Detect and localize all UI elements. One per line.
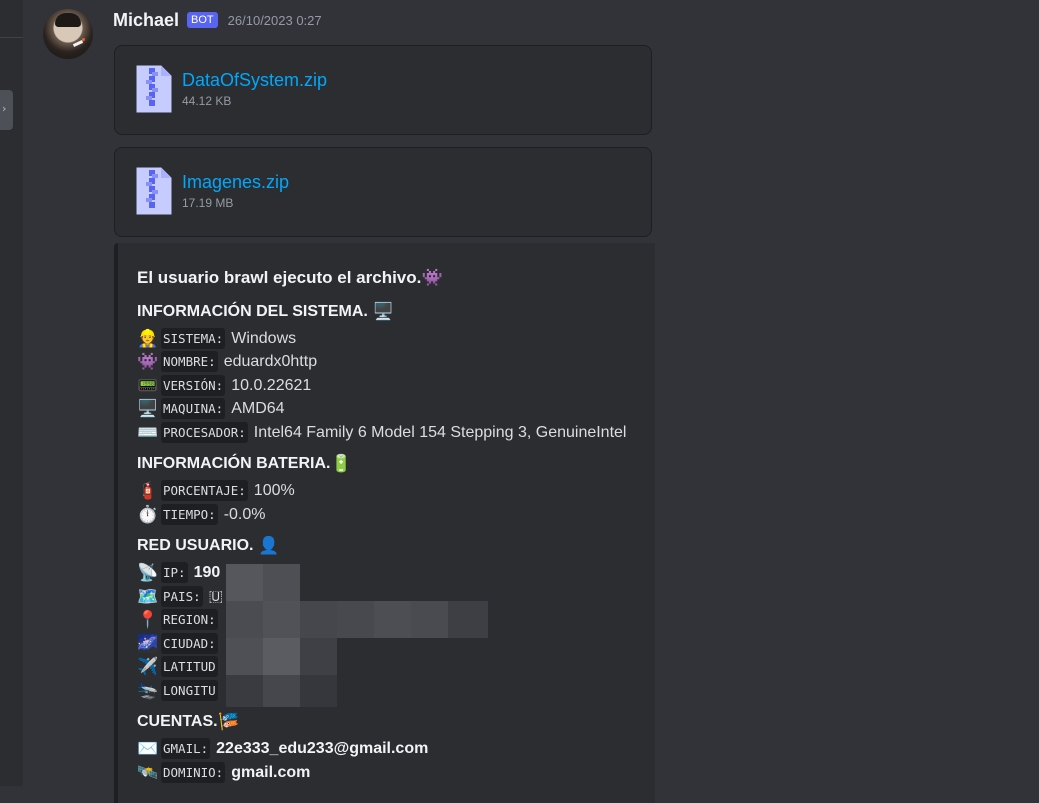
fire-extinguisher-icon: 🧯 bbox=[137, 480, 159, 500]
field-key: PROCESADOR: bbox=[161, 422, 248, 443]
field-key: LONGITU bbox=[161, 680, 218, 701]
field-row: 👷 SISTEMA: Windows bbox=[137, 328, 296, 349]
rich-embed: El usuario brawl ejecuto el archivo. 👾 IN… bbox=[114, 243, 655, 803]
timestamp[interactable]: 26/10/2023 0:27 bbox=[228, 13, 322, 28]
field-key: GMAIL: bbox=[161, 738, 211, 759]
world-map-icon: 🗺️ bbox=[137, 586, 159, 606]
field-row: 🧯 PORCENTAJE: 100% bbox=[137, 480, 295, 501]
field-value: 190 bbox=[193, 563, 221, 581]
field-key: SISTEMA: bbox=[161, 328, 226, 349]
keyboard-icon: ⌨️ bbox=[137, 422, 159, 442]
alien-monster-icon: 👾 bbox=[421, 268, 443, 287]
field-row: 🖥️ MAQUINA: AMD64 bbox=[137, 398, 285, 419]
battery-icon: 🔋 bbox=[330, 454, 353, 473]
airplane-icon: ✈️ bbox=[137, 656, 159, 676]
collapse-handle[interactable]: › bbox=[0, 90, 13, 130]
field-row: 🌌 CIUDAD: bbox=[137, 633, 224, 654]
attachment-filesize: 17.19 MB bbox=[182, 196, 234, 210]
field-key: LATITUD bbox=[161, 656, 218, 677]
envelope-icon: ✉️ bbox=[137, 738, 159, 758]
field-key: DOMINIO: bbox=[161, 762, 226, 783]
field-row: 📍 REGION: bbox=[137, 609, 224, 630]
attachment-filename[interactable]: DataOfSystem.zip bbox=[182, 70, 327, 91]
field-key: IP: bbox=[161, 562, 188, 583]
field-value: eduardx0http bbox=[223, 352, 318, 370]
field-row: 🗺️ PAIS: 🇺 bbox=[137, 586, 223, 607]
section-heading-system: INFORMACIÓN DEL SISTEMA. 🖥️ bbox=[137, 302, 394, 321]
chevron-right-icon: › bbox=[2, 102, 7, 115]
milky-way-icon: 🌌 bbox=[137, 633, 159, 653]
field-key: REGION: bbox=[161, 609, 218, 630]
worker-icon: 👷 bbox=[137, 328, 159, 348]
zip-file-icon bbox=[136, 65, 172, 113]
pin-icon: 📍 bbox=[137, 609, 159, 629]
field-row: ⏱️ TIEMPO: -0.0% bbox=[137, 504, 265, 525]
field-key: MAQUINA: bbox=[161, 398, 226, 419]
pager-icon: 📟 bbox=[137, 375, 159, 395]
stopwatch-icon: ⏱️ bbox=[137, 504, 159, 524]
field-value: 22e333_edu233@gmail.com bbox=[216, 739, 429, 757]
embed-title: El usuario brawl ejecuto el archivo. 👾 bbox=[137, 268, 443, 287]
field-value: 100% bbox=[253, 481, 295, 499]
field-row: 👾 NOMBRE: eduardx0http bbox=[137, 351, 317, 372]
field-row: ⌨️ PROCESADOR: Intel64 Family 6 Model 154 … bbox=[137, 422, 626, 443]
field-value: gmail.com bbox=[231, 763, 311, 781]
desktop-computer-icon: 🖥️ bbox=[372, 302, 394, 321]
satellite-icon: 🛰️ bbox=[137, 762, 159, 782]
field-row: 🛬 LONGITU bbox=[137, 680, 224, 701]
desktop-computer-icon: 🖥️ bbox=[137, 398, 159, 418]
alien-monster-icon: 👾 bbox=[137, 351, 159, 371]
field-value: 10.0.22621 bbox=[231, 376, 312, 394]
field-row: ✈️ LATITUD bbox=[137, 656, 224, 677]
field-key: CIUDAD: bbox=[161, 633, 218, 654]
field-key: PORCENTAJE: bbox=[161, 480, 248, 501]
redaction-mosaic bbox=[226, 564, 488, 707]
bot-badge: BOT bbox=[187, 12, 218, 28]
field-key: NOMBRE: bbox=[161, 351, 218, 372]
section-heading-network: RED USUARIO. 👤 bbox=[137, 536, 280, 555]
section-heading-accounts: CUENTAS. 🎏 bbox=[137, 712, 240, 731]
field-value: -0.0% bbox=[223, 505, 266, 523]
field-key: PAIS: bbox=[161, 586, 203, 607]
section-heading-battery: INFORMACIÓN BATERIA. 🔋 bbox=[137, 454, 353, 473]
sidebar-divider bbox=[0, 37, 23, 38]
avatar[interactable] bbox=[43, 9, 93, 59]
field-value: Windows bbox=[231, 329, 297, 347]
carp-streamer-icon: 🎏 bbox=[218, 712, 240, 731]
field-value: 🇺 bbox=[208, 587, 223, 605]
message-header: Michael BOT 26/10/2023 0:27 bbox=[113, 8, 322, 32]
zip-file-icon bbox=[136, 167, 172, 215]
field-row: 🛰️ DOMINIO: gmail.com bbox=[137, 762, 310, 783]
username[interactable]: Michael bbox=[113, 10, 179, 31]
field-value: Intel64 Family 6 Model 154 Stepping 3, G… bbox=[253, 423, 627, 441]
field-row: 📟 VERSIÓN: 10.0.22621 bbox=[137, 375, 311, 396]
file-attachment[interactable]: Imagenes.zip 17.19 MB bbox=[114, 147, 652, 237]
field-key: TIEMPO: bbox=[161, 504, 218, 525]
file-attachment[interactable]: DataOfSystem.zip 44.12 KB bbox=[114, 45, 652, 135]
user-silhouette-icon: 👤 bbox=[258, 536, 280, 555]
airplane-arrival-icon: 🛬 bbox=[137, 680, 159, 700]
field-value: AMD64 bbox=[231, 399, 285, 417]
attachment-filesize: 44.12 KB bbox=[182, 94, 232, 108]
channel-sidebar-edge: › bbox=[0, 0, 23, 786]
attachment-filename[interactable]: Imagenes.zip bbox=[182, 172, 289, 193]
field-row: 📡 IP: 190 bbox=[137, 562, 220, 583]
field-key: VERSIÓN: bbox=[161, 375, 226, 396]
field-row: ✉️ GMAIL: 22e333_edu233@gmail.com bbox=[137, 738, 428, 759]
satellite-dish-icon: 📡 bbox=[137, 562, 159, 582]
